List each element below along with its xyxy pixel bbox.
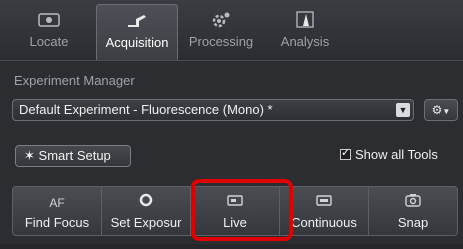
- smart-setup-button[interactable]: ✶ Smart Setup: [15, 145, 131, 167]
- find-focus-label: Find Focus: [24, 215, 90, 230]
- tab-locate[interactable]: Locate: [8, 4, 90, 60]
- continuous-camera-icon: [280, 193, 368, 213]
- experiment-manager-label: Experiment Manager: [14, 73, 135, 88]
- tab-acquisition[interactable]: Acquisition: [96, 4, 178, 60]
- chevron-down-icon: ▼: [442, 107, 451, 116]
- chevron-down-icon[interactable]: ▼: [396, 103, 410, 117]
- tab-processing[interactable]: Processing: [180, 4, 262, 60]
- module-tab-bar: Locate Acquisition Processing Analysis: [0, 0, 463, 61]
- snap-label: Snap: [397, 215, 429, 230]
- experiment-options-button[interactable]: ⚙▼: [424, 99, 458, 121]
- tab-processing-label: Processing: [188, 34, 254, 49]
- processing-icon: [212, 12, 230, 28]
- tab-acquisition-label: Acquisition: [105, 35, 169, 50]
- acquisition-icon: [128, 15, 146, 27]
- analysis-icon: [296, 11, 314, 28]
- smart-setup-label: Smart Setup: [38, 148, 111, 163]
- bottom-divider: [0, 244, 463, 249]
- checkbox-checked-icon[interactable]: [340, 146, 351, 160]
- continuous-label: Continuous: [291, 215, 357, 230]
- show-all-tools-checkbox[interactable]: Show all Tools: [340, 146, 438, 162]
- camera-icon: [369, 193, 457, 213]
- set-exposure-button[interactable]: Set Exposur: [102, 187, 191, 235]
- tab-locate-label: Locate: [29, 34, 69, 49]
- wand-icon: ✶: [24, 148, 35, 163]
- continuous-button[interactable]: Continuous: [280, 187, 369, 235]
- snap-button[interactable]: Snap: [369, 187, 457, 235]
- experiment-select-value: Default Experiment - Fluorescence (Mono)…: [19, 102, 273, 117]
- gear-icon: ⚙: [431, 103, 443, 117]
- live-highlight-annotation: [191, 179, 293, 241]
- set-exposure-label: Set Exposur: [110, 215, 182, 230]
- experiment-select[interactable]: Default Experiment - Fluorescence (Mono)…: [12, 99, 414, 121]
- tab-analysis-label: Analysis: [280, 34, 330, 49]
- exposure-icon: [102, 193, 190, 213]
- locate-icon: [38, 13, 60, 27]
- find-focus-button[interactable]: AF Find Focus: [13, 187, 102, 235]
- show-all-tools-label: Show all Tools: [355, 147, 438, 162]
- autofocus-icon: AF: [49, 196, 65, 210]
- tab-analysis[interactable]: Analysis: [264, 4, 346, 60]
